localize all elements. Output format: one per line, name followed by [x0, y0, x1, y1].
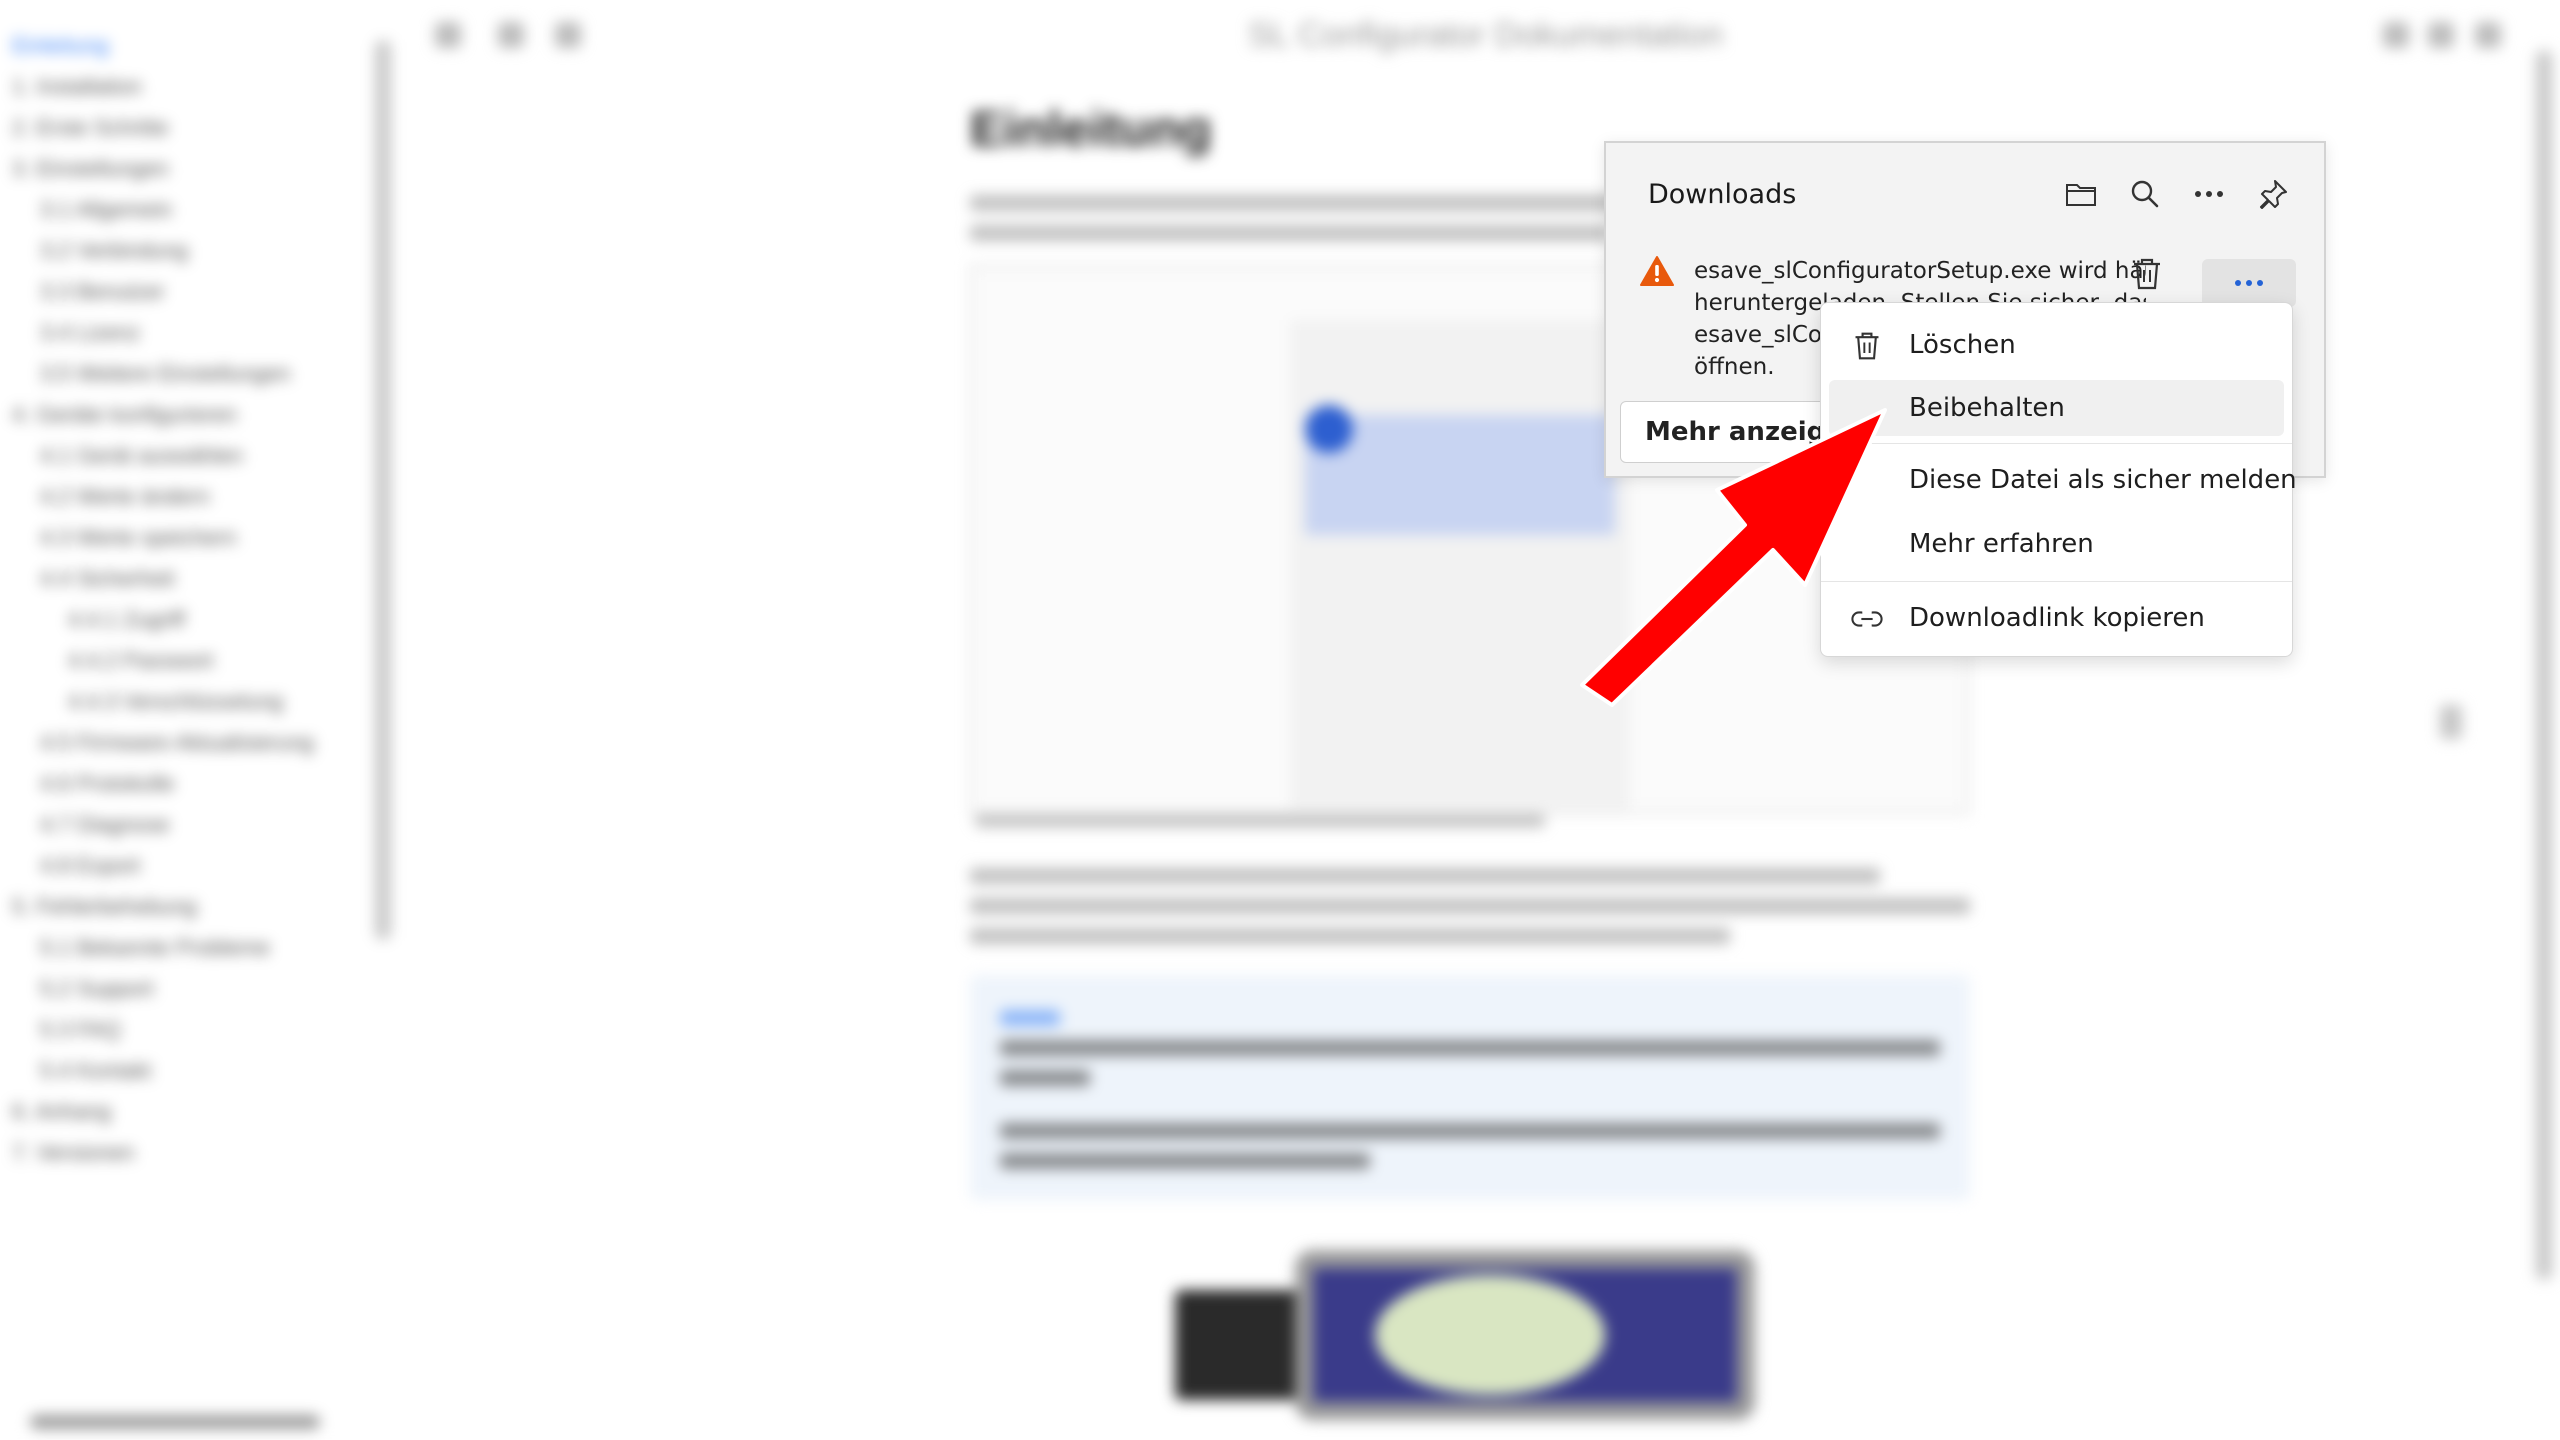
- page-heading: Einleitung: [970, 101, 1212, 157]
- main-scrollbar[interactable]: [2536, 50, 2552, 1280]
- pin-icon: [2260, 180, 2287, 209]
- folder-icon: [2066, 184, 2096, 206]
- close-icon[interactable]: [2475, 22, 2501, 48]
- usb-stick-image: [1175, 1250, 1760, 1430]
- pin-panel-button[interactable]: [2250, 171, 2296, 217]
- sidebar-item[interactable]: 4. Geräte konfigurieren: [12, 402, 237, 428]
- sidebar-horizontal-scrollbar[interactable]: [30, 1415, 320, 1429]
- trash-icon: [2134, 258, 2160, 290]
- note-line: [1000, 1040, 1940, 1056]
- warning-line: esave_slConfiguratorSetup.exe wird häufi…: [1694, 258, 2146, 284]
- menu-item-label: Diese Datei als sicher melden: [1909, 465, 2297, 495]
- search-downloads-button[interactable]: [2122, 171, 2168, 217]
- open-folder-button[interactable]: [2058, 171, 2104, 217]
- sidebar-item[interactable]: 4.3 Werte speichern: [40, 525, 236, 551]
- sidebar-item[interactable]: 3.5 Weitere Einstellungen: [40, 361, 290, 387]
- screenshot-icon: [1305, 405, 1353, 453]
- sidebar-item[interactable]: 5. Fehlerbehebung: [12, 894, 197, 920]
- sidebar-item[interactable]: 4.4.2 Passwort: [68, 648, 214, 674]
- sidebar-item[interactable]: 6. Anhang: [12, 1099, 111, 1125]
- sidebar-item[interactable]: 4.2 Werte ändern: [40, 484, 210, 510]
- note-line: [1000, 1123, 1940, 1139]
- note-title: [1000, 1010, 1060, 1026]
- edit-icon[interactable]: [498, 22, 524, 48]
- sidebar-item[interactable]: 3.4 Lizenz: [40, 320, 140, 346]
- sidebar-item[interactable]: 4.6 Protokolle: [40, 771, 175, 797]
- menu-item-label: Beibehalten: [1909, 393, 2065, 423]
- menu-item-delete[interactable]: Löschen: [1829, 317, 2284, 373]
- paragraph-line: [970, 898, 1970, 914]
- sidebar-item[interactable]: 1. Installation: [12, 74, 142, 100]
- sidebar-item[interactable]: Einleitung: [12, 33, 109, 59]
- sidebar-item[interactable]: 4.4.3 Verschlüsselung: [68, 689, 283, 715]
- paragraph-line: [970, 928, 1730, 944]
- sidebar-item[interactable]: 5.3 FAQ: [40, 1017, 121, 1043]
- next-page-icon[interactable]: [2440, 705, 2462, 739]
- note-line: [1000, 1153, 1370, 1169]
- delete-download-button[interactable]: [2130, 256, 2164, 297]
- print-icon[interactable]: [2383, 22, 2409, 48]
- sidebar-item[interactable]: 2. Erste Schritte: [12, 115, 169, 141]
- sidebar-item[interactable]: 5.2 Support: [40, 976, 154, 1002]
- search-icon: [2131, 180, 2159, 208]
- more-options-button[interactable]: [2186, 171, 2232, 217]
- usb-plug: [1175, 1290, 1315, 1400]
- red-arrow-icon: [1580, 408, 1887, 707]
- sidebar-item[interactable]: 4.1 Gerät auswählen: [40, 443, 243, 469]
- figure-caption: [975, 815, 1545, 827]
- sidebar-item[interactable]: 3.1 Allgemein: [40, 197, 172, 223]
- paragraph-line: [970, 225, 1610, 241]
- sidebar-item[interactable]: 7. Versionen: [12, 1140, 134, 1166]
- menu-item-label: Downloadlink kopieren: [1909, 603, 2205, 633]
- sidebar-item[interactable]: 3.2 Verbindung: [40, 238, 188, 264]
- sidebar-item[interactable]: 3.3 Benutzer: [40, 279, 165, 305]
- esave-logo: [1375, 1275, 1605, 1395]
- menu-item-label: Löschen: [1909, 330, 2016, 360]
- sidebar-item[interactable]: 4.8 Export: [40, 853, 140, 879]
- paragraph-line: [970, 868, 1880, 884]
- sidebar-scrollbar[interactable]: [375, 40, 391, 940]
- more-icon: [2235, 280, 2263, 286]
- info-note-box: [970, 975, 1970, 1200]
- sidebar-item[interactable]: 4.5 Firmware-Aktualisierung: [40, 730, 314, 756]
- more-icon: [2195, 191, 2223, 197]
- sidebar-item[interactable]: 5.4 Kontakt: [40, 1058, 151, 1084]
- sidebar-item[interactable]: 5.1 Bekannte Probleme: [40, 935, 270, 961]
- downloads-title: Downloads: [1648, 179, 1797, 210]
- warning-icon: [1640, 255, 1674, 292]
- trash-icon: [1851, 330, 1883, 362]
- sidebar-item[interactable]: 4.4.1 Zugriff: [68, 607, 185, 633]
- sidebar-item[interactable]: 4.7 Diagnose: [40, 812, 170, 838]
- paragraph-line: [970, 195, 1630, 211]
- download-more-actions-button[interactable]: [2202, 259, 2296, 307]
- docs-sidebar: Einleitung 1. Installation 2. Erste Schrit…: [0, 0, 395, 1440]
- sidebar-toggle-icon[interactable]: [435, 22, 461, 48]
- search-icon[interactable]: [555, 22, 581, 48]
- menu-item-label: Mehr erfahren: [1909, 529, 2094, 559]
- docs-window-title: SL Configurator Dokumentation: [1248, 16, 1724, 54]
- sidebar-item[interactable]: 3. Einstellungen: [12, 156, 169, 182]
- sidebar-item[interactable]: 4.4 Sicherheit: [40, 566, 175, 592]
- settings-icon[interactable]: [2428, 22, 2454, 48]
- note-line: [1000, 1070, 1090, 1086]
